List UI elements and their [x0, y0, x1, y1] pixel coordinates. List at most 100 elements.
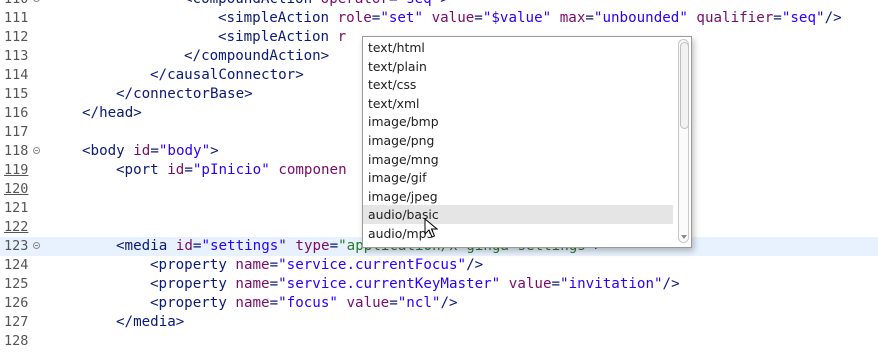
code-token: = [329, 238, 339, 254]
content-assist-item[interactable]: text/css [363, 75, 673, 94]
code-token: = [551, 276, 561, 292]
code-token: "$value" [482, 10, 552, 26]
code-token: = [585, 10, 594, 26]
code-token: "ncl" [397, 295, 441, 311]
code-text: <body id="body"> [82, 142, 219, 161]
code-token: max [559, 10, 586, 26]
code-token: <compoundAction [184, 0, 321, 7]
code-token: componen [278, 162, 347, 178]
code-token: role [337, 10, 372, 26]
fold-toggle-icon[interactable] [33, 147, 40, 154]
mouse-pointer-icon [424, 218, 438, 238]
line-number: 110 [4, 0, 32, 9]
line-number: 120 [4, 181, 29, 197]
code-token: name [235, 276, 270, 292]
content-assist-item[interactable]: image/jpeg [363, 187, 673, 206]
content-assist-item[interactable]: audio/basic [363, 205, 673, 225]
line-number: 113 [4, 48, 29, 64]
code-token: "settings" [201, 238, 287, 254]
code-token: <simpleAction [218, 29, 338, 45]
code-token: <property [150, 276, 236, 292]
content-assist-item[interactable]: text/html [363, 38, 673, 57]
content-assist-item[interactable]: image/mng [363, 150, 673, 169]
line-number: 119 [4, 162, 29, 178]
code-token: "set" [380, 10, 424, 26]
code-token: </causalConnector> [150, 67, 304, 83]
line-number: 114 [4, 67, 29, 83]
content-assist-item[interactable]: text/xml [363, 94, 673, 113]
popup-scroll-thumb[interactable] [680, 42, 689, 129]
line-number: 127 [4, 314, 29, 330]
content-assist-item[interactable]: image/png [363, 131, 673, 150]
code-token: /> [440, 295, 458, 311]
editor-line-110[interactable]: 110 <compoundAction operator="seq"> [0, 0, 878, 9]
code-token: = [150, 143, 159, 159]
code-token: value [508, 276, 552, 292]
code-token: type [295, 238, 330, 254]
line-number: 124 [4, 257, 29, 273]
code-token: <property [150, 257, 236, 273]
code-token: "pInicio" [192, 162, 270, 178]
code-token: /> [466, 257, 484, 273]
content-assist-item[interactable]: image/gif [363, 168, 673, 187]
code-token: "service.currentFocus" [278, 257, 467, 273]
code-token: "unbounded" [593, 10, 688, 26]
code-token: r [337, 29, 347, 45]
code-token: </media> [116, 314, 185, 330]
code-token: qualifier [696, 10, 774, 26]
code-text: <property name="focus" value="ncl"/> [150, 294, 458, 313]
code-token: name [235, 295, 270, 311]
code-text: <simpleAction r [218, 28, 346, 47]
code-token: = [269, 276, 279, 292]
editor-line-127[interactable]: 127 </media> [0, 313, 878, 332]
line-number: 115 [4, 86, 29, 102]
scroll-down-arrow-icon[interactable] [681, 235, 687, 239]
code-token: </head> [82, 105, 142, 121]
line-number: 112 [4, 29, 29, 45]
line-number: 128 [4, 333, 29, 349]
content-assist-item[interactable]: image/bmp [363, 112, 673, 131]
code-text: <port id="pInicio" componen [116, 161, 347, 180]
code-text: </media> [116, 313, 184, 332]
code-text: </connectorBase> [116, 85, 253, 104]
popup-scrollbar[interactable] [678, 39, 689, 243]
line-number: 116 [4, 105, 29, 121]
code-token: value [431, 10, 475, 26]
code-text: <simpleAction role="set" value="$value" … [218, 9, 842, 28]
line-number: 125 [4, 276, 29, 292]
code-token: <media [116, 238, 176, 254]
content-assist-popup[interactable]: audio/mp3 audio/basic image/jpeg image/gif i… [362, 36, 692, 248]
code-token: "focus" [278, 295, 338, 311]
editor-line-124[interactable]: 124 <property name="service.currentFocus"… [0, 256, 878, 275]
code-token: value [346, 295, 390, 311]
fold-toggle-icon[interactable] [33, 242, 40, 249]
content-assist-item[interactable]: text/plain [363, 57, 673, 76]
code-token: <port [116, 162, 168, 178]
editor-line-128[interactable]: 128 [0, 332, 878, 351]
line-number: 121 [4, 200, 29, 216]
code-token: <property [150, 295, 236, 311]
code-token: /> [662, 276, 680, 292]
content-assist-item[interactable]: audio/mp3 [363, 224, 673, 243]
code-token: = [773, 10, 782, 26]
line-number: 111 [4, 10, 29, 26]
editor-line-111[interactable]: 111 <simpleAction role="set" value="$valu… [0, 9, 878, 28]
fold-toggle-icon[interactable] [33, 0, 40, 2]
code-token: = [269, 257, 279, 273]
code-token: id [133, 143, 151, 159]
code-token: = [269, 295, 279, 311]
code-token: </compoundAction> [184, 48, 330, 64]
code-token: = [389, 295, 398, 311]
line-number: 126 [4, 295, 29, 311]
code-token: = [474, 10, 483, 26]
code-token: "body" [158, 143, 211, 159]
line-number: 123 [4, 238, 29, 254]
editor-line-125[interactable]: 125 <property name="service.currentKeyMas… [0, 275, 878, 294]
editor-line-126[interactable]: 126 <property name="focus" value="ncl"/> [0, 294, 878, 313]
code-token: "seq" [781, 10, 825, 26]
code-token: "seq" [398, 0, 441, 7]
code-token: = [389, 0, 398, 7]
code-token: "service.currentKeyMaster" [278, 276, 501, 292]
